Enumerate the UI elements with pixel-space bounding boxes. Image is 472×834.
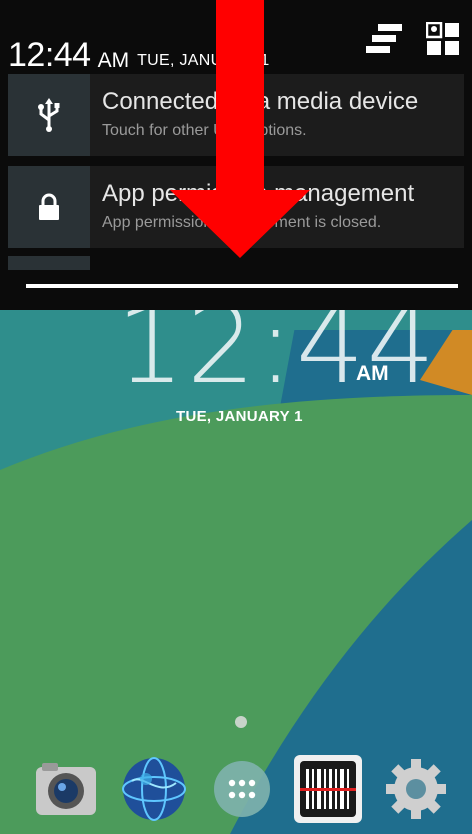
lockscreen-ampm: AM	[356, 362, 389, 385]
swipe-down-arrow	[170, 0, 310, 258]
quick-settings-icon[interactable]	[364, 22, 404, 61]
android-screen: 12:44 AM TUE, JANUARY 1 12:44 AM TUE, JA…	[0, 0, 472, 834]
user-profile-icon[interactable]	[425, 21, 460, 61]
page-indicator-dot	[235, 716, 247, 728]
usb-icon	[8, 74, 90, 156]
app-dock	[0, 745, 472, 834]
barcode-scanner-icon[interactable]	[292, 753, 364, 825]
all-apps-icon[interactable]	[206, 753, 278, 825]
shade-drag-handle[interactable]	[26, 284, 458, 288]
settings-icon[interactable]	[380, 753, 452, 825]
status-time: 12:44	[8, 36, 91, 74]
browser-icon[interactable]	[118, 753, 190, 825]
lockscreen-date: TUE, JANUARY 1	[176, 408, 303, 425]
status-ampm: AM	[97, 49, 130, 72]
lock-icon	[8, 166, 90, 248]
notification-partial	[8, 256, 90, 270]
camera-icon[interactable]	[30, 753, 102, 825]
